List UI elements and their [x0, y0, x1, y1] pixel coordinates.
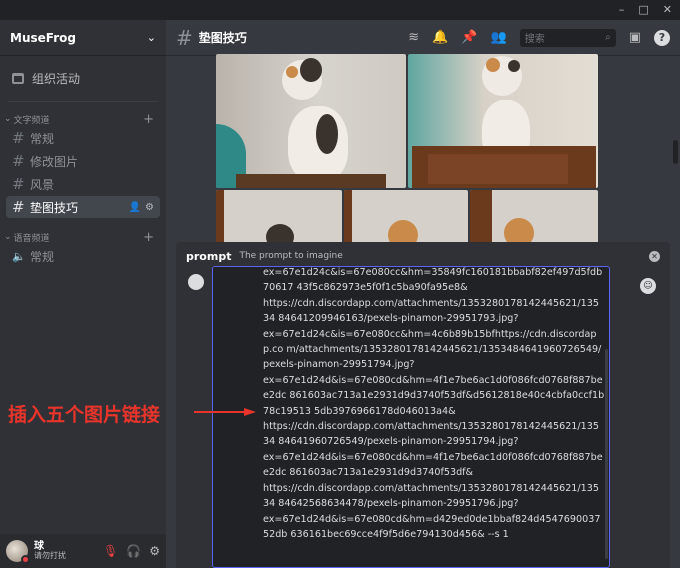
chevron-icon: ⌄ — [4, 114, 12, 124]
search-icon: ⌕ — [605, 32, 611, 43]
category-label: 文字频道 — [13, 115, 50, 126]
category-text-channels[interactable]: ⌄ 文字频道 + — [0, 112, 166, 127]
cat-image-5[interactable] — [470, 190, 598, 244]
avatar[interactable] — [6, 540, 30, 564]
dnd-status-icon — [21, 555, 30, 564]
window-controls: – □ ✕ — [619, 3, 672, 16]
chevron-icon: ⌄ — [4, 232, 12, 242]
close-icon[interactable]: ✕ — [649, 250, 660, 262]
speaker-icon: 🔈 — [12, 249, 26, 263]
annotation-label: 插入五个图片链接 — [8, 404, 161, 426]
channel-title: 垫图技巧 — [198, 31, 247, 45]
main-chat: # 垫图技巧 ≋ 🔔 📌 👥 搜索 ⌕ ▣ ? prompt The promp… — [166, 20, 680, 568]
events-item[interactable]: 组织活动 — [0, 56, 166, 95]
members-icon[interactable]: 👥 — [491, 30, 507, 45]
channel-label: 常规 — [30, 131, 55, 146]
cat-image-4[interactable] — [344, 190, 468, 244]
add-channel-icon[interactable]: + — [143, 112, 154, 127]
close-window-button[interactable]: ✕ — [663, 3, 672, 16]
channel-sidebar: MuseFrog ⌄ 组织活动 ⌄ 文字频道 + # 常规 # 修改图片 # 风景… — [0, 20, 166, 568]
input-scrollbar[interactable] — [605, 349, 608, 559]
channel-label: 垫图技巧 — [30, 200, 79, 215]
user-panel: 球 请勿打扰 🎙 🎧 ⚙ — [0, 534, 166, 568]
events-label: 组织活动 — [32, 72, 81, 86]
minimize-button[interactable]: – — [619, 3, 625, 16]
hash-icon: # — [12, 198, 25, 216]
hash-icon: # — [176, 25, 193, 50]
inbox-icon[interactable]: ▣ — [629, 30, 641, 45]
cat-image-3[interactable] — [216, 190, 342, 244]
gear-icon[interactable]: ⚙ — [145, 202, 154, 213]
prompt-option-label: prompt — [186, 249, 232, 263]
pin-icon[interactable]: 📌 — [461, 30, 477, 45]
server-header[interactable]: MuseFrog ⌄ — [0, 20, 166, 56]
channel-image-prompt-tips[interactable]: # 垫图技巧 👤 ⚙ — [6, 196, 160, 218]
category-label: 语音频道 — [13, 233, 50, 244]
threads-icon[interactable]: ≋ — [408, 30, 419, 45]
channel-edit-images[interactable]: # 修改图片 — [6, 150, 160, 172]
slash-command-prompt: prompt The prompt to imagine ✕ ☺ ex=67e1… — [176, 242, 670, 568]
hash-icon: # — [12, 129, 25, 147]
invite-icon[interactable]: 👤 — [129, 202, 141, 213]
maximize-button[interactable]: □ — [638, 3, 648, 16]
mic-muted-icon[interactable]: 🎙 — [103, 544, 118, 558]
cat-image-1[interactable] — [216, 54, 406, 188]
input-gutter — [213, 267, 261, 567]
category-voice-channels[interactable]: ⌄ 语音频道 + — [0, 230, 166, 245]
channel-label: 风景 — [30, 177, 55, 192]
divider — [8, 101, 158, 102]
channel-general[interactable]: # 常规 — [6, 127, 160, 149]
emoji-icon[interactable]: ☺ — [640, 278, 656, 294]
help-icon[interactable]: ? — [654, 29, 670, 46]
add-channel-icon[interactable]: + — [143, 230, 154, 245]
chat-scrollbar[interactable] — [673, 140, 678, 164]
channel-scenery[interactable]: # 风景 — [6, 173, 160, 195]
voice-channel-general[interactable]: 🔈 常规 — [6, 245, 160, 267]
window-titlebar: – □ ✕ — [0, 0, 680, 20]
bot-avatar — [188, 274, 204, 290]
calendar-icon — [12, 73, 24, 84]
search-placeholder: 搜索 — [524, 34, 545, 45]
user-status: 请勿打扰 — [34, 551, 66, 561]
annotation-arrow-icon — [194, 408, 256, 416]
prompt-text[interactable]: ex=67e1d24c&is=67e080cc&hm=35849fc160181… — [263, 267, 605, 542]
cat-image-2[interactable] — [408, 54, 598, 188]
channel-label: 修改图片 — [30, 154, 79, 169]
prompt-input[interactable]: ex=67e1d24c&is=67e080cc&hm=35849fc160181… — [212, 266, 610, 568]
prompt-option-description: The prompt to imagine — [239, 251, 343, 261]
channel-header: # 垫图技巧 ≋ 🔔 📌 👥 搜索 ⌕ ▣ ? — [166, 20, 680, 56]
server-name: MuseFrog — [10, 30, 76, 45]
hash-icon: # — [12, 175, 25, 193]
hash-icon: # — [12, 152, 25, 170]
gear-icon[interactable]: ⚙ — [149, 544, 160, 558]
chevron-down-icon: ⌄ — [146, 31, 156, 44]
channel-label: 常规 — [30, 249, 55, 264]
headphones-icon[interactable]: 🎧 — [126, 544, 141, 558]
bell-icon[interactable]: 🔔 — [432, 30, 448, 45]
search-input[interactable]: 搜索 ⌕ — [519, 28, 616, 47]
